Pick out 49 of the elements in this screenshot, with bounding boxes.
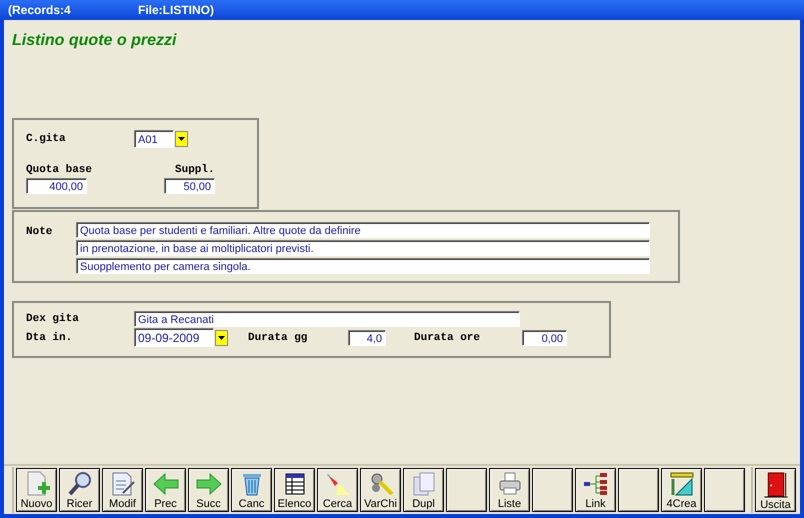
note-line-field[interactable]: Quota base per studenti e familiari. Altre quote da definire [76,222,650,238]
record-count: (Records:4 [8,3,72,17]
field-label: Dex gita [26,313,80,325]
empty-toolbar-button[interactable] [446,468,487,512]
toolbar-button[interactable]: Link [575,468,616,512]
caret-icon [178,137,185,141]
description-field[interactable]: Gita a Recanati [134,311,520,327]
toolbar-button[interactable]: Modif [102,468,143,512]
dropdown-button[interactable] [215,330,228,346]
toolbar-button[interactable]: Elenco [274,468,315,512]
note-line-field[interactable]: in prenotazione, in base ai moltiplicatori previsti. [76,240,650,256]
empty-toolbar-button[interactable] [532,468,573,512]
days-field[interactable]: 4,0 [348,330,386,346]
empty-toolbar-button[interactable] [704,468,745,512]
field-label: Note [26,226,54,240]
caret-icon [218,336,225,340]
toolbar-button[interactable]: Ricer [59,468,100,512]
base-price-field[interactable]: 400,00 [26,178,87,194]
supplement-field[interactable]: 50,00 [164,178,215,194]
magnifier-icon [66,471,94,497]
date-field[interactable]: 09-09-2009 [134,328,214,347]
field-label: Suppl. [175,164,215,176]
code-field[interactable]: A01 [134,130,174,148]
toolbar-button[interactable]: Dupl [403,468,444,512]
toolbar-button[interactable]: Succ [188,468,229,512]
ruler-set-square-icon [668,471,696,497]
toolbar-button[interactable]: VarChi [360,468,401,512]
note-line-field[interactable]: Suopplemento per camera singola. [76,258,650,274]
field-label: Dta in. [26,332,74,344]
field-label: Quota base [26,164,94,176]
exit-button[interactable]: Uscita [755,468,796,512]
door-icon [762,471,790,498]
hours-field[interactable]: 0,00 [522,330,567,346]
empty-toolbar-button[interactable] [618,468,659,512]
toolbar-button[interactable]: Cerca [317,468,358,512]
right-arrow-icon [194,471,222,497]
toolbar-button[interactable]: Prec [145,468,186,512]
field-label: C.gita [26,133,67,145]
field-label: Durata gg [248,332,308,344]
toolbar-button[interactable]: Nuovo [16,468,57,512]
file-name: File:LISTINO) [138,3,214,17]
toolbar-button[interactable]: 4Crea [661,468,702,512]
toolbar-button[interactable]: Liste [489,468,530,512]
left-arrow-icon [152,471,180,497]
toolbar-button[interactable]: Canc [231,468,272,512]
field-label: Durata ore [414,332,482,344]
hierarchy-icon [582,471,610,497]
dropdown-button[interactable] [175,131,188,147]
form-title: Listino quote o prezzi [12,32,178,50]
